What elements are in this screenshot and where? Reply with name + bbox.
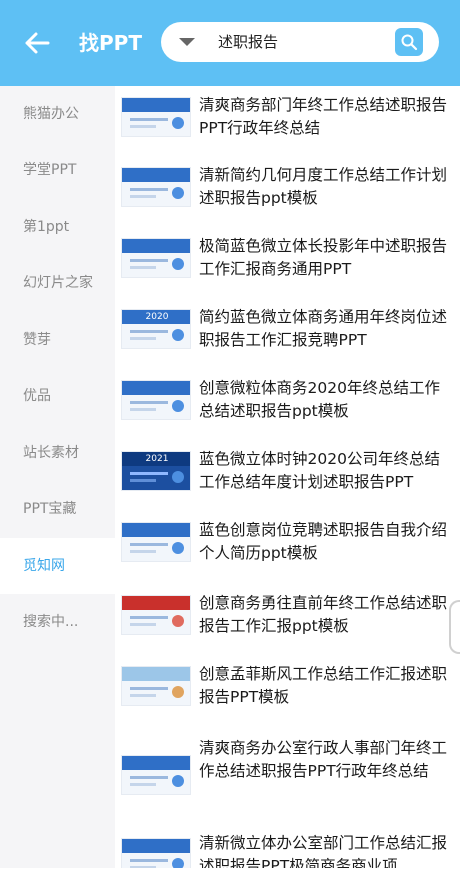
sidebar-item-searching[interactable]: 搜索中... (0, 594, 115, 650)
bottom-bar (0, 868, 460, 895)
item-title: 蓝色微立体时钟2020公司年终总结工作总结年度计划述职报告PPT (199, 450, 440, 491)
item-title: 蓝色创意岗位竞聘述职报告自我介绍个人简历ppt模板 (199, 521, 448, 562)
thumbnail (121, 755, 191, 795)
sidebar-item-huandengpian[interactable]: 幻灯片之家 (0, 255, 115, 311)
sidebar-item-xuetang[interactable]: 学堂PPT (0, 142, 115, 198)
item-title: 清爽商务部门年终工作总结述职报告PPT行政年终总结 (199, 96, 448, 137)
thumbnail: 2021 (121, 451, 191, 491)
search-button[interactable] (395, 28, 423, 56)
item-title: 极简蓝色微立体长投影年中述职报告工作汇报商务通用PPT (199, 237, 448, 278)
search-bar[interactable]: 述职报告 (161, 22, 439, 62)
item-title: 创意孟菲斯风工作总结工作汇报述职报告PPT模板 (199, 665, 448, 706)
app-header: 找PPT 述职报告 (0, 0, 460, 86)
sidebar-item-xiongmao[interactable]: 熊猫办公 (0, 86, 115, 142)
thumbnail: 2020 (121, 309, 191, 349)
item-title: 清新微立体办公室部门工作总结汇报述职报告PPT极简商务商业项 (199, 834, 448, 868)
source-sidebar: 熊猫办公 学堂PPT 第1ppt 幻灯片之家 赞芽 优品 站长素材 PPT宝藏 … (0, 86, 115, 868)
item-title: 清新简约几何月度工作总结工作计划述职报告ppt模板 (199, 166, 448, 207)
triangle-down-icon[interactable] (179, 38, 195, 46)
thumbnail (121, 666, 191, 706)
thumbnail (121, 522, 191, 562)
sidebar-item-pptbaozang[interactable]: PPT宝藏 (0, 481, 115, 537)
item-title: 创意微粒体商务2020年终总结工作总结述职报告ppt模板 (199, 379, 440, 420)
search-input[interactable]: 述职报告 (218, 32, 278, 52)
item-title: 清爽商务办公室行政人事部门年终工作总结述职报告PPT行政年终总结 (199, 739, 448, 780)
thumbnail (121, 238, 191, 278)
page-title: 找PPT (79, 31, 142, 55)
sidebar-item-zanya[interactable]: 赞芽 (0, 312, 115, 368)
item-title: 创意商务勇往直前年终工作总结述职报告工作汇报ppt模板 (199, 594, 448, 635)
sidebar-item-youpin[interactable]: 优品 (0, 368, 115, 424)
result-list: 清爽商务部门年终工作总结述职报告PPT行政年终总结 清新简约几何月度工作总结工作… (115, 86, 460, 868)
sidebar-item-1ppt[interactable]: 第1ppt (0, 199, 115, 255)
search-icon (401, 34, 418, 51)
thumbnail (121, 838, 191, 868)
thumbnail (121, 380, 191, 420)
thumbnail (121, 595, 191, 635)
thumbnail-year: 2021 (145, 454, 169, 464)
thumbnail (121, 167, 191, 207)
sidebar-item-zhanzhang[interactable]: 站长素材 (0, 425, 115, 481)
arrow-left-icon[interactable] (22, 28, 52, 58)
item-title: 简约蓝色微立体商务通用年终岗位述职报告工作汇报竞聘PPT (199, 308, 448, 349)
thumbnail (121, 97, 191, 137)
scroll-handle[interactable] (449, 600, 460, 654)
sidebar-item-mizhi[interactable]: 觅知网 (0, 538, 115, 594)
thumbnail-year: 2020 (145, 312, 169, 322)
